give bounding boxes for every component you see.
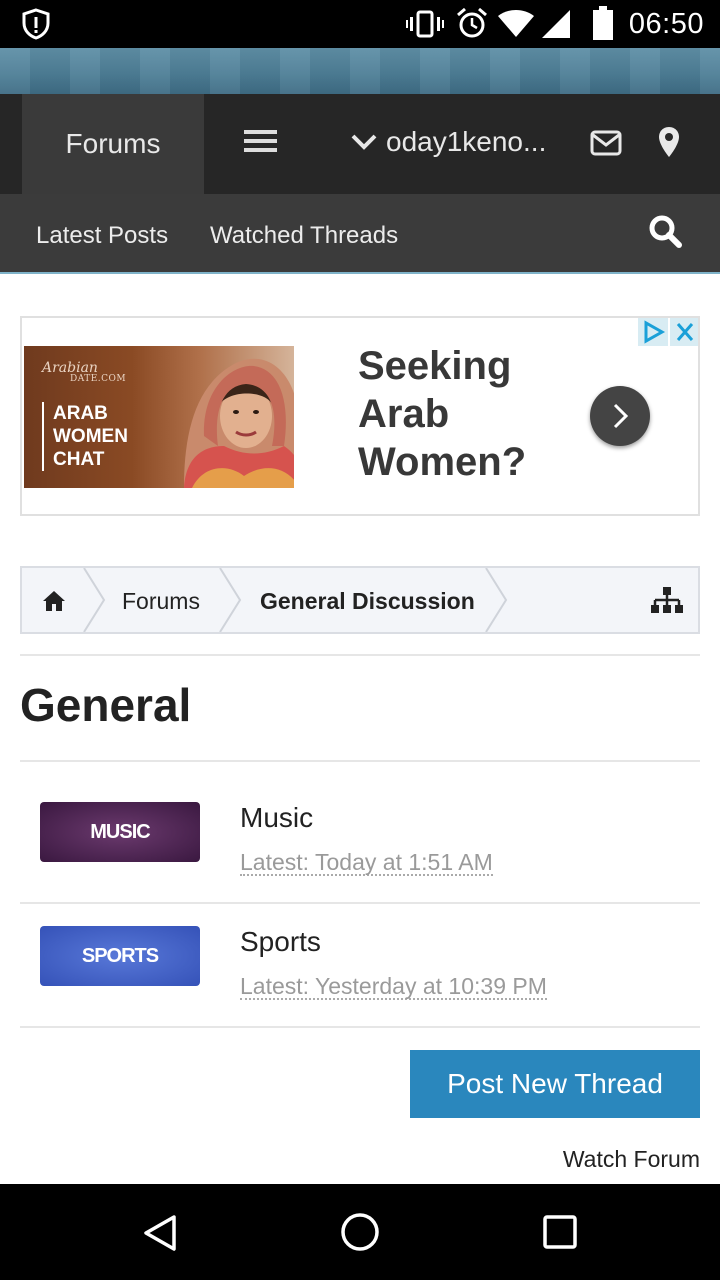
header-banner xyxy=(0,48,720,94)
divider xyxy=(20,902,700,904)
home-icon[interactable] xyxy=(42,590,66,612)
back-icon[interactable] xyxy=(142,1214,178,1252)
ad-image: Arabian DATE.COM ARAB WOMEN CHAT xyxy=(24,346,294,488)
breadcrumb-separator xyxy=(83,568,106,632)
breadcrumb-current[interactable]: General Discussion xyxy=(260,588,475,615)
watch-forum-link[interactable]: Watch Forum xyxy=(563,1146,700,1173)
vibrate-icon xyxy=(406,10,444,38)
watched-threads-link[interactable]: Watched Threads xyxy=(210,222,398,250)
shield-alert-icon xyxy=(22,8,50,40)
breadcrumb-separator xyxy=(485,568,508,632)
clock-time: 06:50 xyxy=(628,8,704,40)
post-new-thread-button[interactable]: Post New Thread xyxy=(410,1050,700,1118)
forum-thumbnail[interactable]: MUSIC xyxy=(40,802,200,862)
breadcrumb-forums[interactable]: Forums xyxy=(122,588,200,615)
breadcrumb: Forums General Discussion xyxy=(20,566,700,634)
user-menu[interactable]: oday1keno... xyxy=(350,126,552,158)
forum-thumbnail[interactable]: SPORTS xyxy=(40,926,200,986)
forum-item-sports[interactable]: SPORTS Sports Latest: Yesterday at 10:39… xyxy=(20,926,700,1046)
ad-logo: Arabian DATE.COM xyxy=(42,360,127,384)
main-navigation: Forums oday1keno... xyxy=(0,94,720,194)
home-circle-icon[interactable] xyxy=(340,1212,380,1252)
divider xyxy=(20,760,700,762)
recents-icon[interactable] xyxy=(542,1214,578,1250)
advertisement[interactable]: Arabian DATE.COM ARAB WOMEN CHAT Seeking Ara… xyxy=(20,316,700,516)
adchoices-icon[interactable] xyxy=(638,318,668,346)
chevron-right-icon xyxy=(613,403,629,429)
divider xyxy=(20,1026,700,1028)
forum-title[interactable]: Music xyxy=(240,802,313,834)
ad-tagline: ARAB WOMEN CHAT xyxy=(42,402,128,471)
forum-item-music[interactable]: MUSIC Music Latest: Today at 1:51 AM xyxy=(20,802,700,922)
cellular-icon xyxy=(542,10,570,38)
forum-latest[interactable]: Latest: Yesterday at 10:39 PM xyxy=(240,974,547,1000)
category-title: General xyxy=(20,679,192,731)
forum-title[interactable]: Sports xyxy=(240,926,321,958)
latest-posts-link[interactable]: Latest Posts xyxy=(36,222,168,250)
chevron-down-icon xyxy=(351,134,377,150)
breadcrumb-separator xyxy=(219,568,242,632)
ad-portrait xyxy=(184,358,294,488)
username: oday1keno... xyxy=(386,126,547,157)
mail-icon[interactable] xyxy=(590,130,622,156)
alarm-icon xyxy=(457,7,487,38)
hamburger-menu-icon[interactable] xyxy=(244,130,277,158)
map-pin-icon[interactable] xyxy=(658,126,680,158)
battery-icon xyxy=(593,6,613,40)
ad-headline: Seeking Arab Women? xyxy=(358,344,527,484)
divider xyxy=(20,654,700,656)
wifi-icon xyxy=(498,10,534,37)
status-bar: 06:50 xyxy=(0,0,720,48)
close-icon[interactable] xyxy=(670,318,700,346)
sub-navigation: Latest Posts Watched Threads xyxy=(0,194,720,274)
forum-latest[interactable]: Latest: Today at 1:51 AM xyxy=(240,850,493,876)
ad-open-button[interactable] xyxy=(590,386,650,446)
system-navigation-bar xyxy=(0,1184,720,1280)
forums-tab[interactable]: Forums xyxy=(22,94,204,194)
sitemap-icon[interactable] xyxy=(650,586,684,616)
search-icon[interactable] xyxy=(648,214,682,248)
